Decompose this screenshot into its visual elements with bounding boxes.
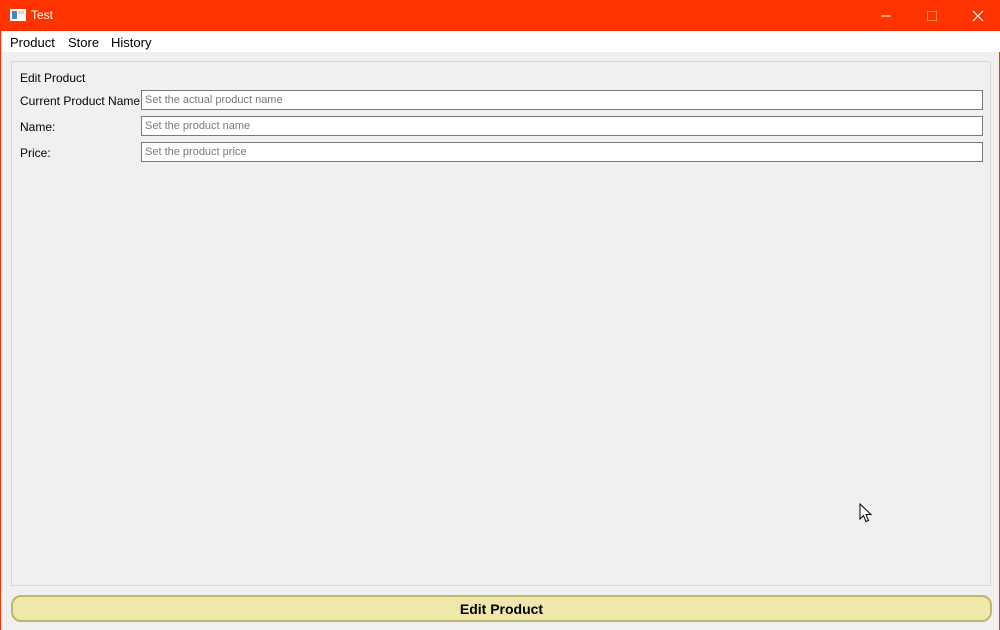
window-title: Test	[31, 8, 54, 22]
maximize-icon	[927, 11, 937, 21]
current-product-name-label: Current Product Name:	[20, 94, 144, 108]
minimize-button[interactable]	[863, 0, 909, 31]
name-label: Name:	[20, 120, 56, 134]
close-button[interactable]	[955, 0, 1000, 31]
name-input[interactable]	[141, 116, 983, 136]
title-bar[interactable]: Test	[1, 0, 1000, 31]
current-product-name-input[interactable]	[141, 90, 983, 110]
menu-store[interactable]: Store	[68, 35, 99, 50]
maximize-button[interactable]	[909, 0, 955, 31]
close-icon	[972, 10, 984, 22]
minimize-icon	[881, 15, 891, 17]
mouse-cursor-icon	[859, 503, 873, 523]
edit-product-button[interactable]: Edit Product	[11, 595, 992, 622]
group-title: Edit Product	[20, 71, 86, 85]
edit-product-group	[11, 61, 991, 586]
price-input[interactable]	[141, 142, 983, 162]
app-window: Test Product Store History Edit Product …	[0, 0, 1000, 630]
price-label: Price:	[20, 146, 51, 160]
menu-bar: Product Store History	[2, 31, 1000, 52]
menu-history[interactable]: History	[111, 35, 151, 50]
app-icon	[10, 9, 26, 21]
menu-product[interactable]: Product	[10, 35, 55, 50]
